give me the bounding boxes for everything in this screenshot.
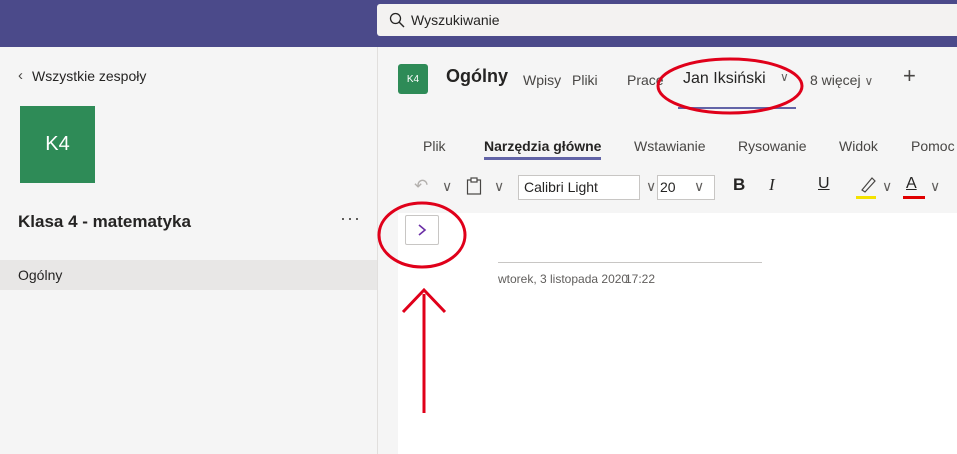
back-to-teams-link[interactable]: ‹ Wszystkie zespoły xyxy=(18,67,146,84)
more-options-icon[interactable]: ··· xyxy=(340,208,361,229)
chevron-down-icon[interactable]: ∨ xyxy=(882,178,892,195)
channel-label: Ogólny xyxy=(18,267,63,283)
page-date: wtorek, 3 listopada 2020 xyxy=(498,272,629,286)
channel-avatar: K4 xyxy=(398,64,428,94)
chevron-down-icon[interactable]: ∨ xyxy=(494,178,504,195)
page-time: 17:22 xyxy=(625,272,656,286)
ribbon-active-indicator xyxy=(484,157,601,160)
chevron-down-icon[interactable]: ∨ xyxy=(930,178,940,195)
add-tab-button[interactable]: + xyxy=(903,63,916,89)
channel-title: Ogólny xyxy=(446,66,508,86)
undo-icon[interactable]: ↶ xyxy=(414,176,428,196)
font-name-value: Calibri Light xyxy=(524,179,598,195)
highlighter-icon[interactable] xyxy=(858,174,878,194)
chevron-down-icon[interactable]: ∨ xyxy=(694,178,704,195)
page-title-line xyxy=(498,262,762,263)
chevron-down-icon[interactable]: ∨ xyxy=(442,178,452,195)
font-color-bar xyxy=(903,196,925,199)
tab-pliki[interactable]: Pliki xyxy=(572,72,598,88)
team-initials: K4 xyxy=(45,133,70,155)
chevron-down-icon[interactable]: ∨ xyxy=(780,70,789,84)
font-color-button[interactable]: A xyxy=(906,175,917,193)
tab-jan-iksinski[interactable]: Jan Iksiński xyxy=(683,70,766,88)
italic-button[interactable]: I xyxy=(769,175,775,195)
more-tabs-label: 8 więcej xyxy=(810,72,861,88)
chevron-right-icon xyxy=(418,224,427,236)
underline-button[interactable]: U xyxy=(818,175,830,193)
search-placeholder: Wyszukiwanie xyxy=(411,12,500,28)
sidebar-item-ogolny[interactable]: Ogólny xyxy=(0,260,377,290)
chevron-down-icon: ∨ xyxy=(864,74,874,88)
tab-prace[interactable]: Prace xyxy=(627,72,664,88)
chevron-down-icon[interactable]: ∨ xyxy=(646,178,656,195)
search-icon xyxy=(389,12,405,28)
back-label: Wszystkie zespoły xyxy=(32,67,147,84)
ribbon-tab-plik[interactable]: Plik xyxy=(423,138,446,154)
expand-navigation-button[interactable] xyxy=(405,215,439,245)
ribbon-tab-rysowanie[interactable]: Rysowanie xyxy=(738,138,806,154)
highlight-color-bar xyxy=(856,196,876,199)
ribbon-tab-narzedzia-glowne[interactable]: Narzędzia główne xyxy=(484,138,601,154)
more-tabs-button[interactable]: 8 więcej ∨ xyxy=(810,72,873,88)
bold-button[interactable]: B xyxy=(733,175,745,195)
ribbon-tab-pomoc[interactable]: Pomoc xyxy=(911,138,955,154)
channel-initials: K4 xyxy=(406,73,420,85)
tab-wpisy[interactable]: Wpisy xyxy=(523,72,561,88)
team-avatar: K4 xyxy=(20,106,95,183)
ribbon-tab-widok[interactable]: Widok xyxy=(839,138,878,154)
font-size-value: 20 xyxy=(660,179,676,195)
search-input[interactable]: Wyszukiwanie xyxy=(377,4,957,36)
canvas-gutter xyxy=(378,213,398,454)
ribbon-tab-wstawianie[interactable]: Wstawianie xyxy=(634,138,706,154)
clipboard-icon[interactable] xyxy=(466,177,482,195)
chevron-left-icon: ‹ xyxy=(18,67,23,84)
team-name: Klasa 4 - matematyka xyxy=(18,212,191,231)
